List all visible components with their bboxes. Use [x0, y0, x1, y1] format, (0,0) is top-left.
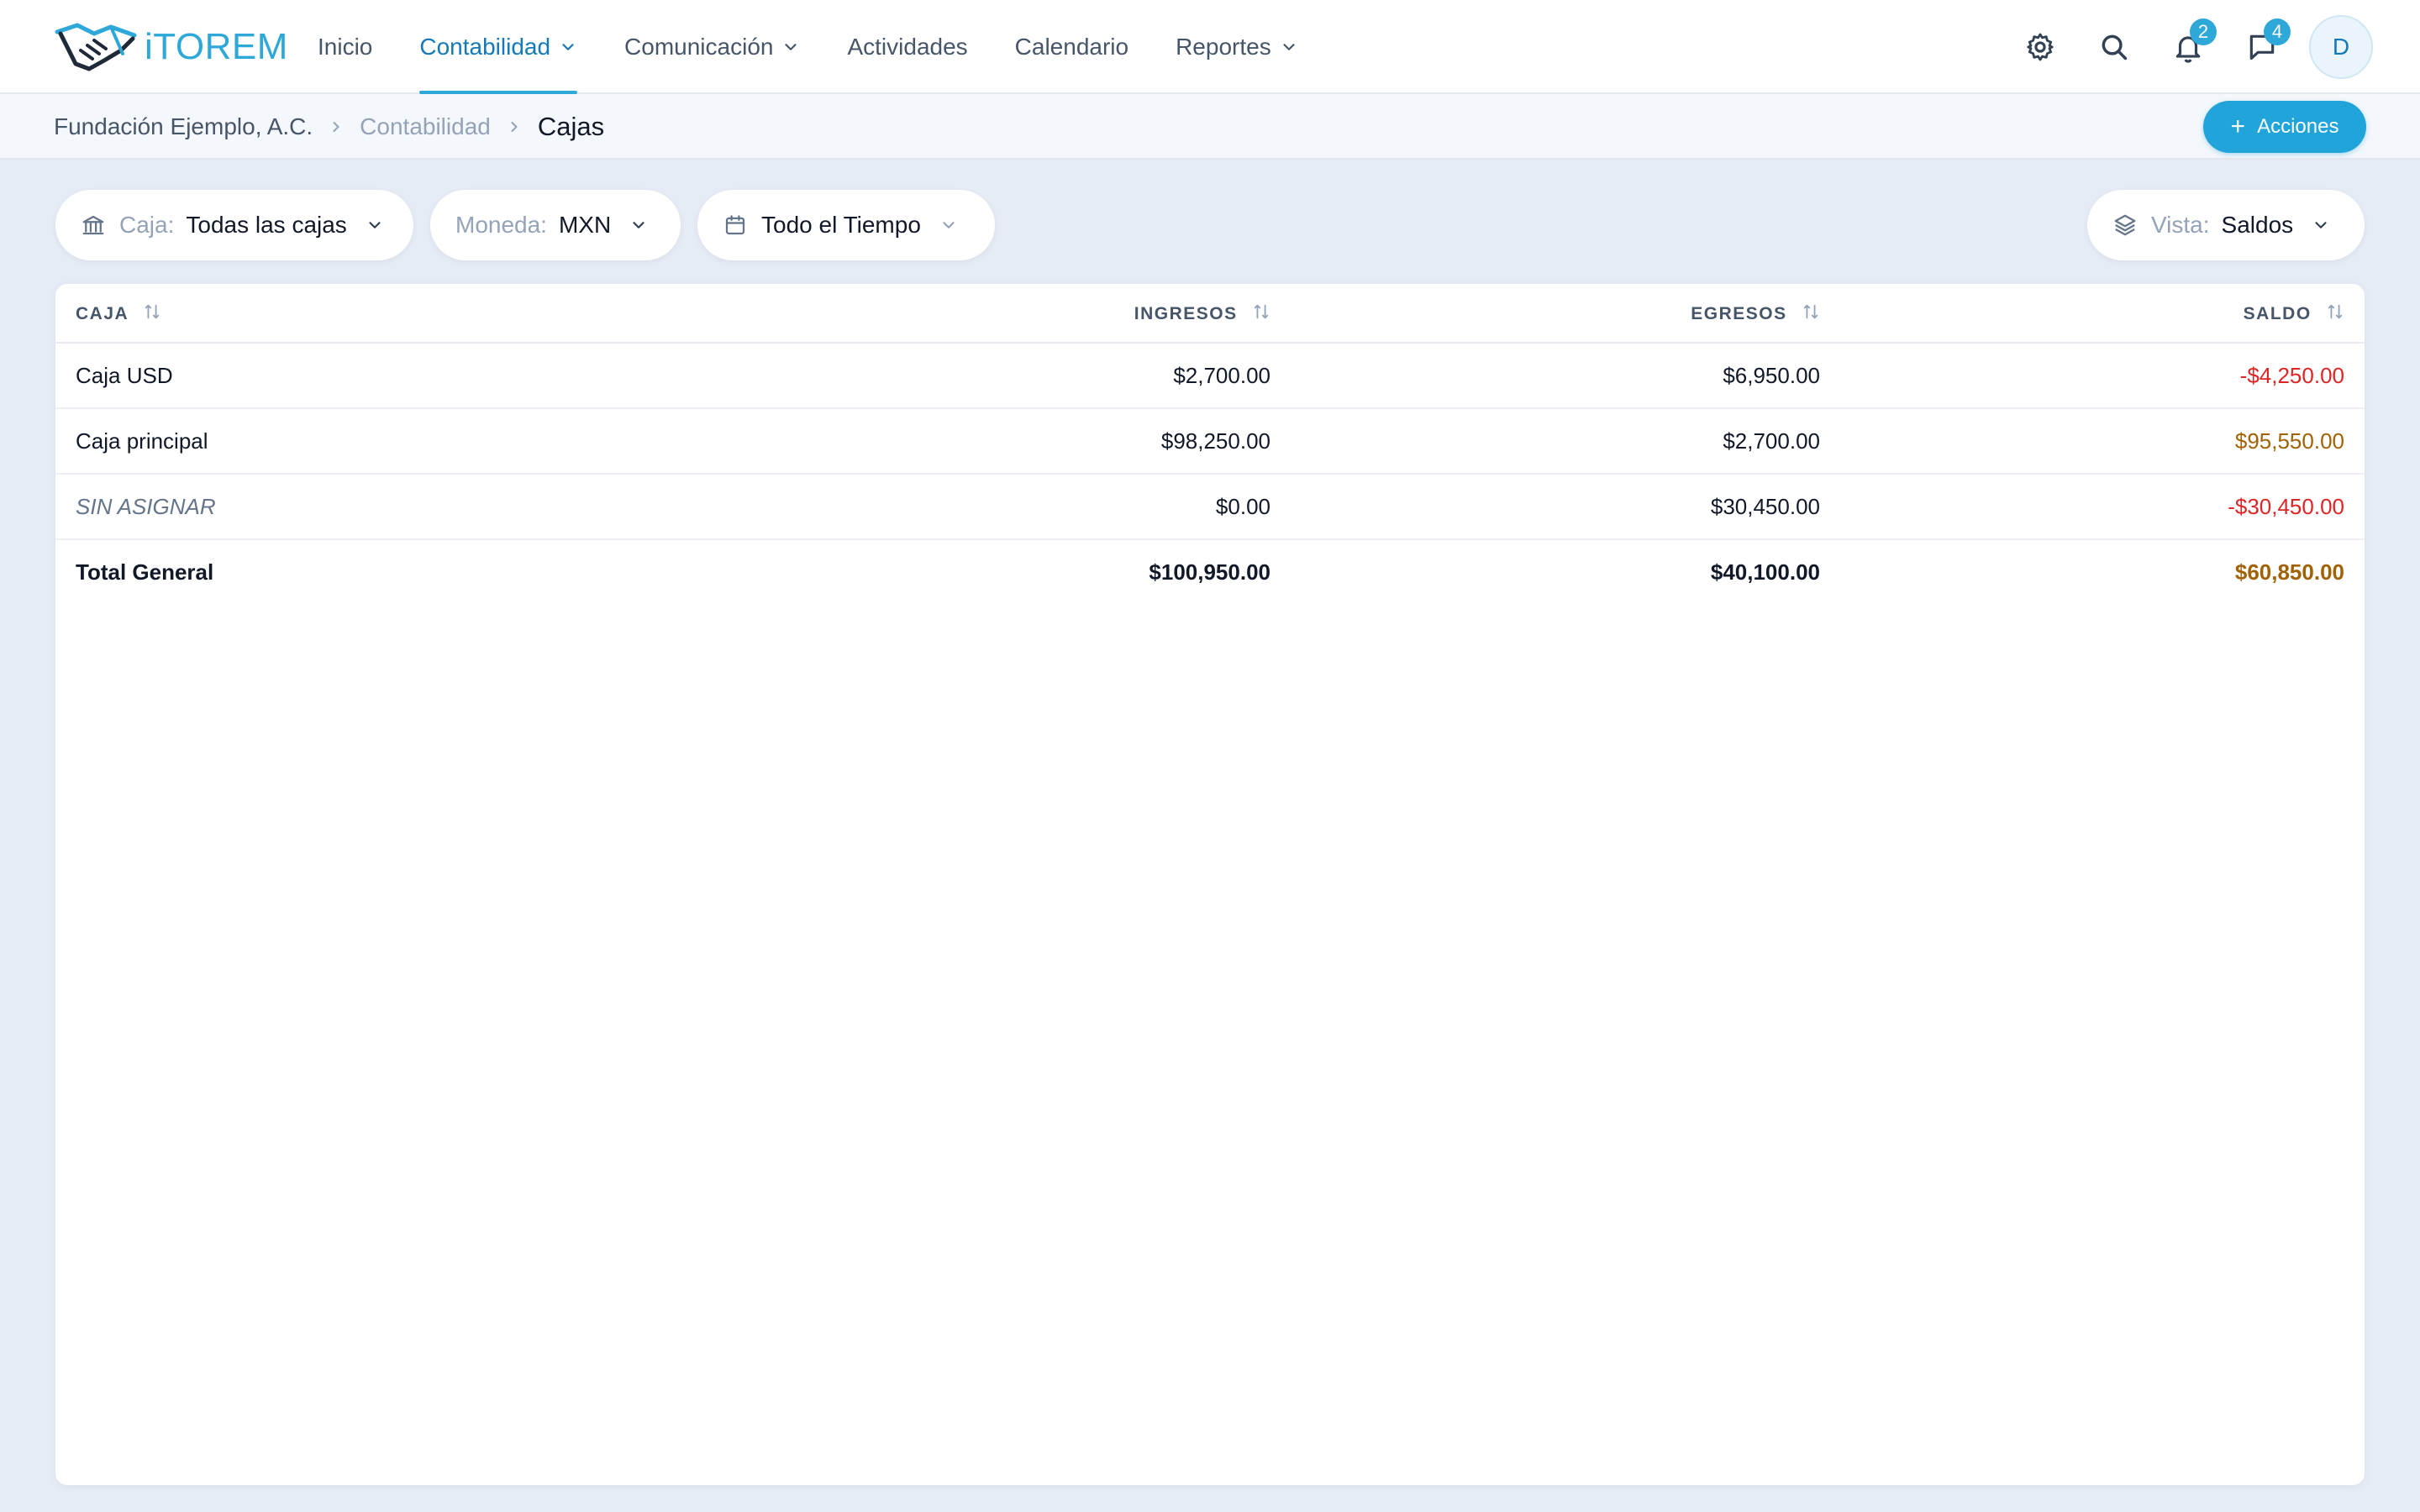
date-range-value: Todo el Tiempo: [761, 212, 921, 238]
chevron-right-icon: [333, 122, 339, 132]
notifications-badge: 2: [2190, 18, 2217, 45]
cajas-table: CAJA INGRESOS EGRESOS SALDO Caja USD $2,…: [55, 284, 2365, 605]
actions-button[interactable]: + Acciones: [2203, 101, 2366, 153]
nav-item-comunicacion[interactable]: Comunicación: [609, 0, 815, 94]
cajas-table-card: CAJA INGRESOS EGRESOS SALDO Caja USD $2,…: [55, 284, 2365, 1485]
chevron-down-icon: [785, 44, 797, 50]
logo-text: iTOREM: [145, 26, 288, 67]
total-saldo: $60,850.00: [2234, 559, 2344, 585]
total-egresos: $40,100.00: [1710, 559, 1820, 585]
sort-icon: [1254, 304, 1269, 318]
table-row[interactable]: SIN ASIGNAR $0.00 $30,450.00 -$30,450.00: [55, 474, 2365, 540]
search-button[interactable]: [2082, 15, 2146, 79]
nav-item-label: Comunicación: [624, 34, 774, 60]
nav-item-label: Contabilidad: [419, 34, 551, 60]
column-header-egresos[interactable]: EGRESOS: [1291, 284, 1840, 344]
caja-filter-value: Todas las cajas: [186, 212, 347, 238]
plus-icon: +: [2230, 113, 2246, 140]
chevron-down-icon: [2315, 222, 2327, 228]
nav-item-reportes[interactable]: Reportes: [1160, 0, 1313, 94]
actions-label: Acciones: [2257, 115, 2339, 138]
avatar[interactable]: D: [2309, 15, 2373, 79]
moneda-filter[interactable]: Moneda: MXN: [430, 190, 681, 260]
breadcrumb-bar: Fundación Ejemplo, A.C. Contabilidad Caj…: [0, 94, 2420, 160]
chevron-down-icon: [1283, 44, 1295, 50]
messages-badge: 4: [2264, 18, 2291, 45]
page-title: Cajas: [537, 112, 605, 141]
cell-caja: Caja principal: [55, 408, 509, 475]
cell-saldo: -$30,450.00: [1840, 474, 2365, 540]
cell-ingresos: $98,250.00: [509, 408, 1291, 475]
vista-filter[interactable]: Vista: Saldos: [2087, 190, 2365, 260]
cell-ingresos: $2,700.00: [509, 343, 1291, 409]
sort-icon: [145, 304, 159, 318]
chevron-down-icon: [369, 222, 381, 228]
sort-icon: [1803, 304, 1818, 318]
chevron-right-icon: [511, 122, 518, 132]
header-actions: 2 4 D: [1998, 15, 2373, 79]
table-row[interactable]: Caja USD $2,700.00 $6,950.00 -$4,250.00: [55, 343, 2365, 409]
messages-button[interactable]: 4: [2230, 15, 2294, 79]
caja-filter[interactable]: Caja: Todas las cajas: [55, 190, 413, 260]
chevron-down-icon: [943, 222, 955, 228]
chevron-down-icon: [562, 44, 574, 50]
column-header-caja[interactable]: CAJA: [55, 284, 509, 344]
breadcrumb-item-contabilidad[interactable]: Contabilidad: [360, 113, 491, 140]
bank-icon: [82, 215, 104, 235]
gear-icon: [2027, 33, 2054, 61]
cell-egresos: $6,950.00: [1291, 343, 1840, 409]
column-header-saldo[interactable]: SALDO: [1840, 284, 2365, 344]
date-range-filter[interactable]: Todo el Tiempo: [697, 190, 995, 260]
logo[interactable]: iTOREM: [52, 17, 288, 77]
column-header-ingresos[interactable]: INGRESOS: [509, 284, 1291, 344]
nav-item-inicio[interactable]: Inicio: [302, 0, 387, 94]
sort-icon: [2328, 304, 2343, 318]
column-header-label: CAJA: [76, 303, 129, 323]
nav-item-label: Calendario: [1014, 34, 1129, 60]
cell-ingresos: $0.00: [509, 474, 1291, 540]
vista-filter-label: Vista:: [2151, 212, 2210, 238]
breadcrumb-item-organization[interactable]: Fundación Ejemplo, A.C.: [54, 113, 313, 140]
table-total-row: Total General $100,950.00 $40,100.00 $60…: [55, 539, 2365, 605]
caja-filter-label: Caja:: [119, 212, 175, 238]
nav-item-contabilidad[interactable]: Contabilidad: [404, 0, 592, 94]
moneda-filter-label: Moneda:: [455, 212, 547, 238]
layers-icon: [2114, 214, 2136, 236]
top-navbar: iTOREM Inicio Contabilidad Comunicación …: [0, 0, 2420, 94]
table-header-row: CAJA INGRESOS EGRESOS SALDO: [55, 284, 2365, 344]
column-header-label: SALDO: [2243, 303, 2312, 323]
nav-item-label: Actividades: [847, 34, 968, 60]
settings-button[interactable]: [2008, 15, 2072, 79]
cell-egresos: $2,700.00: [1291, 408, 1840, 475]
moneda-filter-value: MXN: [558, 212, 612, 238]
nav-item-label: Inicio: [318, 34, 373, 60]
notifications-button[interactable]: 2: [2156, 15, 2220, 79]
handshake-logo-icon: [55, 23, 137, 71]
cell-egresos: $30,450.00: [1291, 474, 1840, 540]
column-header-label: EGRESOS: [1691, 303, 1787, 323]
column-header-label: INGRESOS: [1134, 303, 1238, 323]
chevron-down-icon: [633, 222, 644, 228]
cell-saldo: $95,550.00: [1840, 408, 2365, 475]
cell-saldo: -$4,250.00: [1840, 343, 2365, 409]
total-ingresos: $100,950.00: [1149, 559, 1270, 585]
cell-caja: Caja USD: [55, 343, 509, 409]
nav-item-label: Reportes: [1176, 34, 1271, 60]
calendar-icon: [725, 215, 745, 235]
table-row[interactable]: Caja principal $98,250.00 $2,700.00 $95,…: [55, 408, 2365, 475]
vista-filter-value: Saldos: [2221, 212, 2294, 238]
main-nav: Inicio Contabilidad Comunicación Activid…: [302, 0, 1330, 94]
nav-item-calendario[interactable]: Calendario: [1000, 0, 1144, 94]
total-label: Total General: [76, 559, 214, 585]
search-icon: [2102, 34, 2128, 60]
breadcrumb: Fundación Ejemplo, A.C. Contabilidad Caj…: [54, 94, 604, 160]
cell-caja: SIN ASIGNAR: [55, 474, 509, 540]
nav-item-actividades[interactable]: Actividades: [832, 0, 982, 94]
